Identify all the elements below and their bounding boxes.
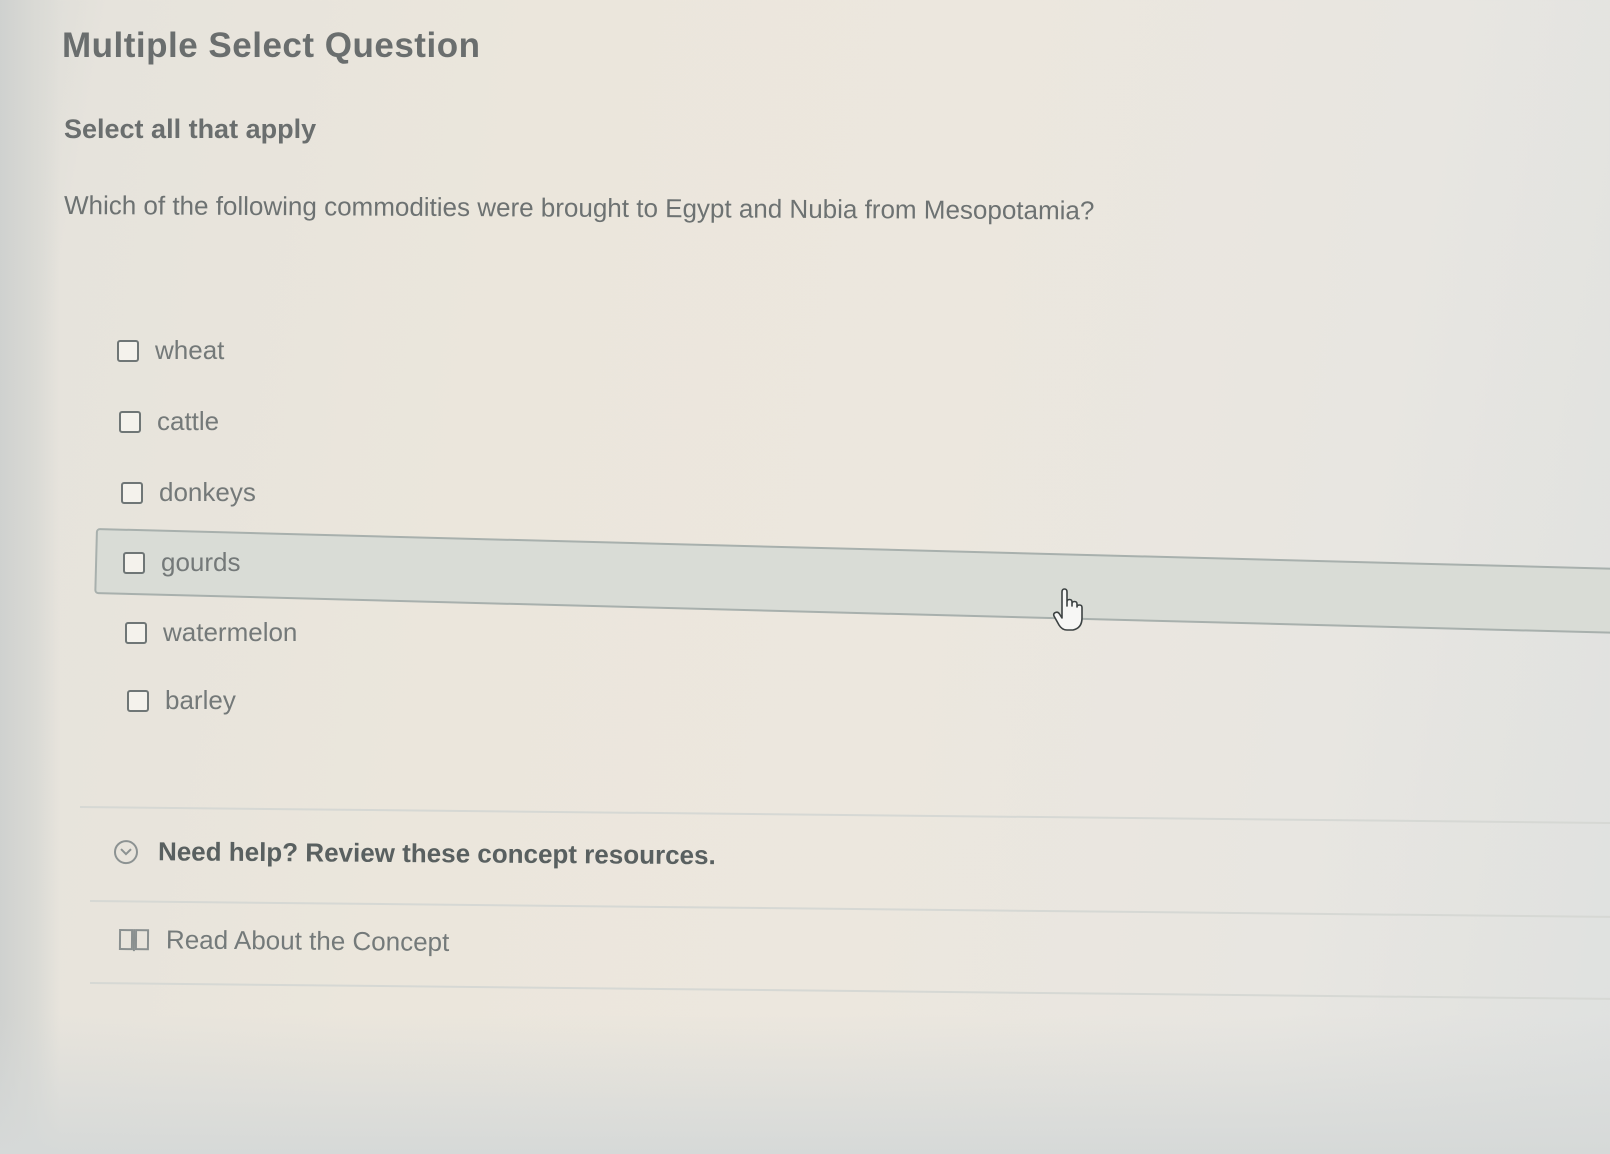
instruction-text: Select all that apply <box>64 114 317 144</box>
option-label-gourds: gourds <box>161 547 241 577</box>
option-label-cattle: cattle <box>157 406 220 436</box>
option-cattle[interactable]: cattle <box>119 406 219 437</box>
option-donkeys[interactable]: donkeys <box>121 477 256 508</box>
option-barley[interactable]: barley <box>127 685 236 716</box>
chevron-down-icon <box>120 847 132 855</box>
checkbox-wheat[interactable] <box>117 339 139 362</box>
option-label-barley: barley <box>165 685 236 715</box>
option-wheat[interactable]: wheat <box>117 335 224 366</box>
read-about-concept-link[interactable]: Read About the Concept <box>118 924 450 958</box>
option-watermelon[interactable]: watermelon <box>125 617 297 648</box>
option-label-watermelon: watermelon <box>163 617 298 647</box>
option-gourds[interactable]: gourds <box>123 547 241 578</box>
hovered-option-highlight <box>94 528 1610 635</box>
page-title: Multiple Select Question <box>62 26 481 65</box>
bottom-edge-shading <box>0 1014 1610 1154</box>
checkbox-gourds[interactable] <box>123 551 145 574</box>
checkbox-barley[interactable] <box>127 689 149 712</box>
question-prompt: Which of the following commodities were … <box>63 190 1095 226</box>
hand-pointer-icon <box>1052 588 1083 631</box>
option-label-donkeys: donkeys <box>159 477 256 507</box>
help-section-middle-divider <box>89 900 1610 919</box>
checkbox-cattle[interactable] <box>119 410 141 433</box>
need-help-text: Need help? Review these concept resource… <box>157 836 716 871</box>
checkbox-watermelon[interactable] <box>125 621 147 644</box>
option-label-wheat: wheat <box>155 335 225 365</box>
chevron-down-circle-icon <box>113 839 139 864</box>
book-icon <box>118 928 150 951</box>
help-section-top-divider <box>79 806 1610 825</box>
need-help-toggle[interactable]: Need help? Review these concept resource… <box>113 836 716 871</box>
read-about-concept-text: Read About the Concept <box>165 924 450 957</box>
left-edge-shading <box>0 0 60 1154</box>
checkbox-donkeys[interactable] <box>121 481 143 504</box>
help-section-bottom-divider <box>89 982 1610 1001</box>
